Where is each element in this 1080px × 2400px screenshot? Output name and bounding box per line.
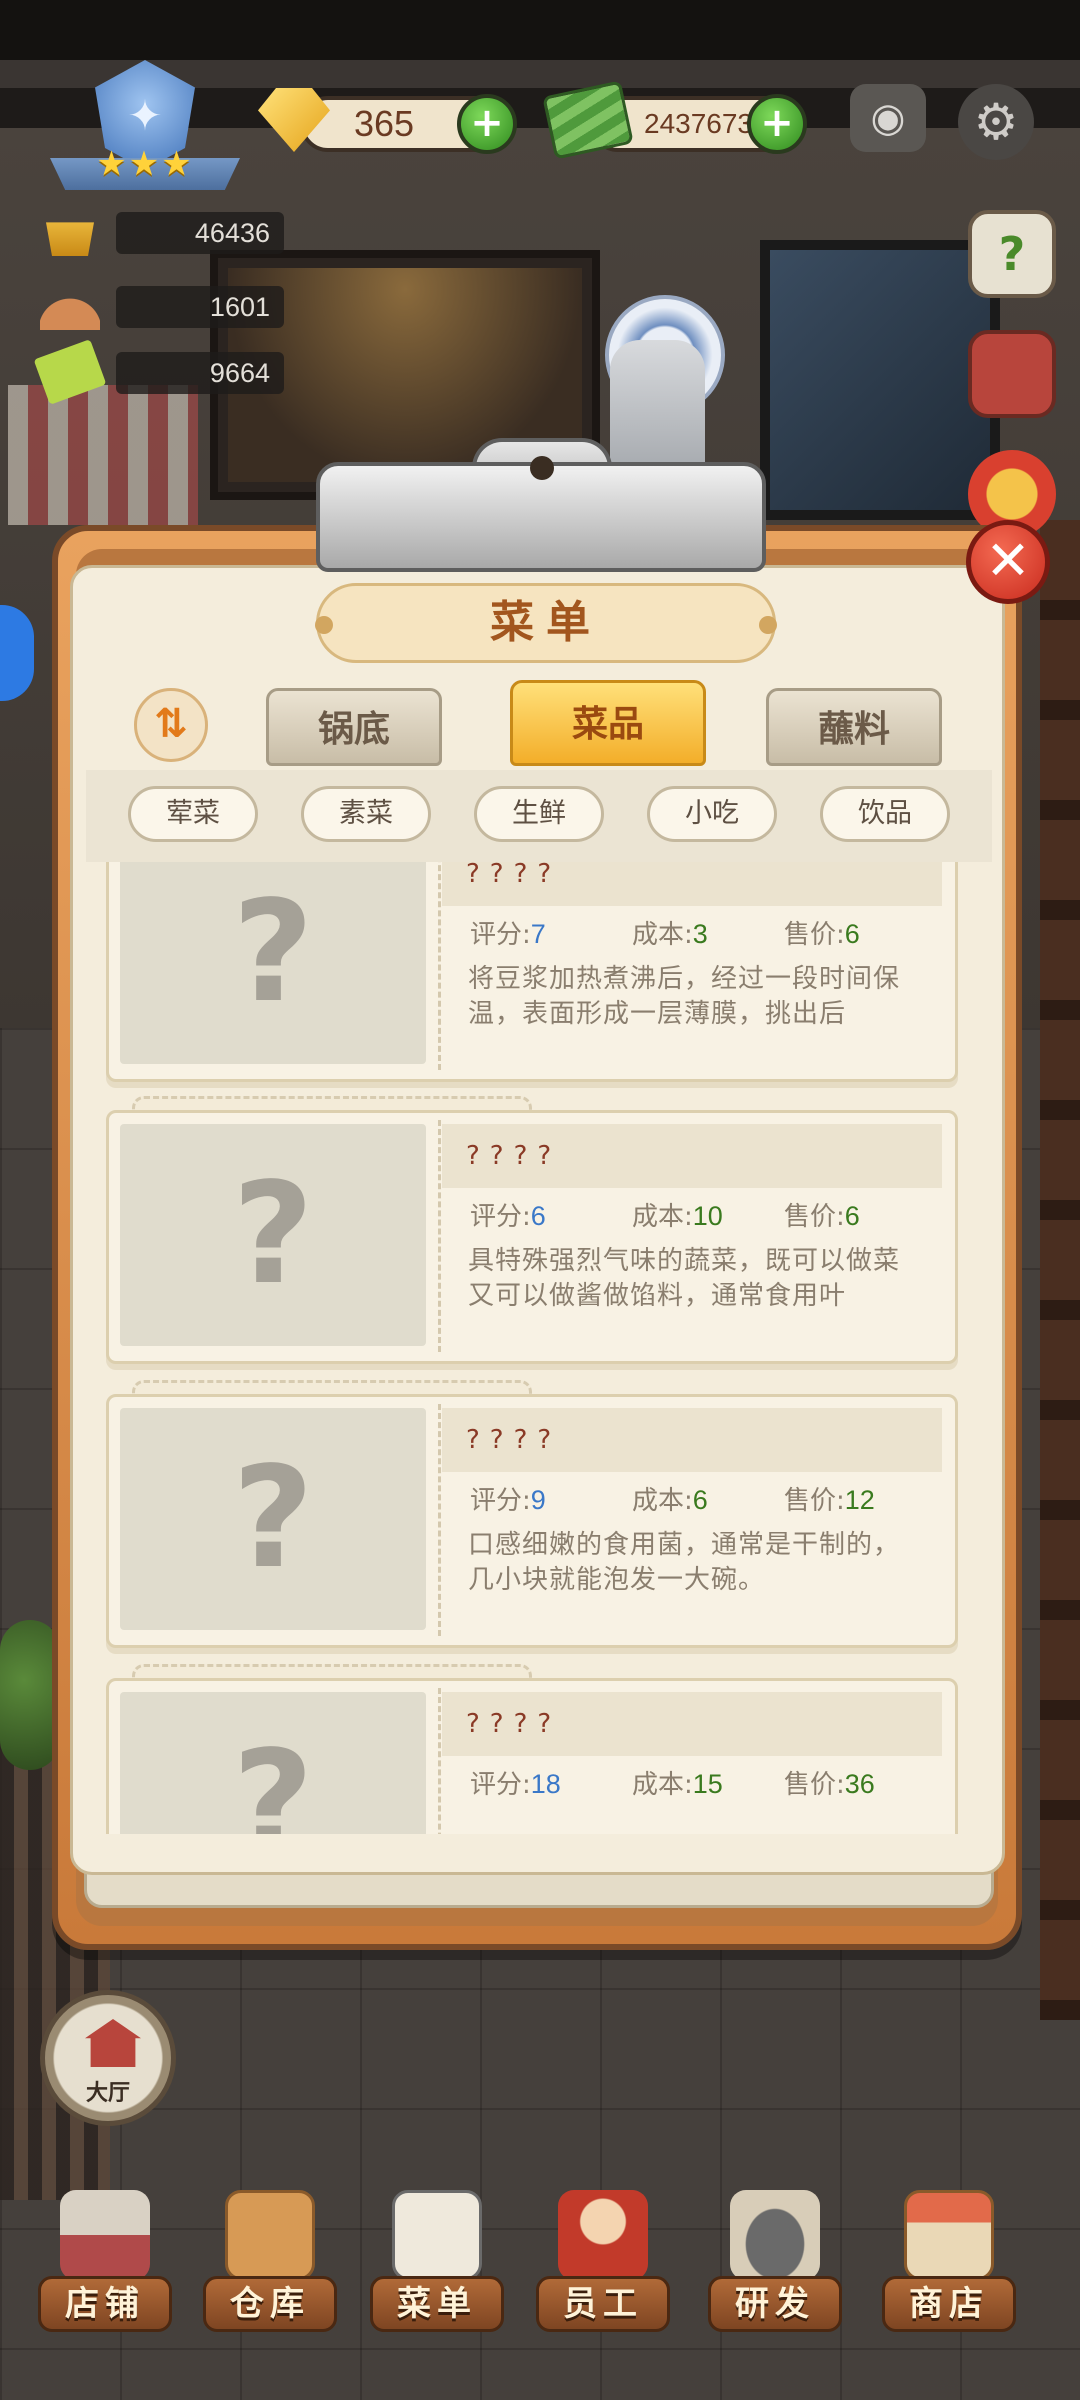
nav-research[interactable]: 研发	[700, 2180, 850, 2340]
bottom-nav: 店铺 仓库 菜单 员工 研发 商店	[0, 2180, 1080, 2400]
nav-menu[interactable]: 菜单	[362, 2180, 512, 2340]
category-fresh[interactable]: 生鲜	[474, 786, 604, 842]
settings-button[interactable]: ⚙	[958, 84, 1034, 160]
restaurant-rank-badge[interactable]: ✦ ★★★	[50, 60, 240, 190]
ticket-icon	[33, 339, 107, 405]
sort-button[interactable]: ⇅	[134, 688, 208, 762]
question-book-icon: ?	[998, 227, 1026, 281]
dish-list[interactable]: ? ???? 评分:7 成本:3 售价:6 将豆浆加热煮沸后，经过一段时间保温，…	[100, 862, 980, 1834]
close-dialog-button[interactable]: ✕	[966, 520, 1050, 604]
dialog-title-banner: 菜单	[315, 583, 777, 663]
dish-cost: 成本:10	[632, 1201, 723, 1232]
add-gems-button[interactable]: +	[457, 94, 517, 154]
tab-dishes[interactable]: 菜品	[510, 680, 706, 766]
locked-dish-question-icon: ?	[232, 1437, 314, 1600]
sort-arrows-icon: ⇅	[154, 701, 188, 747]
storefront-icon	[60, 2190, 150, 2280]
stat-row-dish: 1601	[40, 282, 284, 330]
right-railing	[1040, 520, 1080, 2020]
stat-value: 9664	[116, 352, 284, 394]
stat-value: 46436	[116, 212, 284, 254]
dish-price: 售价:12	[784, 1485, 875, 1516]
nav-shop[interactable]: 店铺	[30, 2180, 180, 2340]
striped-awning	[8, 385, 198, 525]
dish-name: ????	[466, 1709, 562, 1739]
locked-dish-question-icon: ?	[232, 871, 314, 1034]
camera-icon: ◉	[870, 95, 906, 141]
locked-dish-question-icon: ?	[232, 1721, 314, 1834]
dish-description	[468, 1812, 918, 1834]
wok-icon	[730, 2190, 820, 2280]
nav-label: 商店	[909, 2284, 989, 2324]
dish-description: 口感细嫩的食用菌，通常是干制的，几小块就能泡发一大碗。	[468, 1530, 901, 1595]
nav-label: 研发	[735, 2284, 815, 2324]
dish-price: 售价:36	[784, 1769, 875, 1800]
nav-staff[interactable]: 员工	[528, 2180, 678, 2340]
hall-button[interactable]: 大厅	[40, 1990, 176, 2126]
category-snack[interactable]: 小吃	[647, 786, 777, 842]
stat-row-ticket: 9664	[33, 339, 284, 405]
stat-value: 1601	[116, 286, 284, 328]
dish-cost: 成本:3	[632, 919, 708, 950]
dish-description: 具特殊强烈气味的蔬菜，既可以做菜又可以做酱做馅料，通常食用叶	[468, 1246, 901, 1311]
golden-pot-icon	[46, 222, 94, 256]
dish-card[interactable]: ? ???? 评分:18 成本:15 售价:36	[106, 1664, 958, 1834]
dish-cost: 成本:6	[632, 1485, 708, 1516]
category-vegetable[interactable]: 素菜	[301, 786, 431, 842]
nav-label: 仓库	[230, 2284, 310, 2324]
close-icon: ✕	[985, 529, 1031, 592]
serving-dome-icon	[40, 282, 100, 330]
nav-label: 菜单	[397, 2284, 477, 2324]
market-stall-icon	[904, 2190, 994, 2280]
tab-soup-base[interactable]: 锅底	[266, 688, 442, 766]
nav-label: 员工	[563, 2284, 643, 2324]
dish-rating: 评分:18	[470, 1769, 561, 1800]
dish-description: 将豆浆加热煮沸后，经过一段时间保温，表面形成一层薄膜，挑出后	[468, 964, 901, 1029]
dish-rating: 评分:7	[470, 919, 546, 950]
potted-plant	[0, 1620, 60, 1770]
stat-row-pot: 46436	[40, 208, 284, 256]
locked-dish-question-icon: ?	[232, 1153, 314, 1316]
dialog-title: 菜单	[490, 597, 602, 648]
camera-button[interactable]: ◉	[850, 84, 926, 152]
glass-door	[760, 240, 1000, 520]
dish-name: ????	[466, 1425, 562, 1455]
dish-name: ????	[466, 1141, 562, 1171]
dish-price: 售价:6	[784, 919, 860, 950]
category-meat[interactable]: 荤菜	[128, 786, 258, 842]
guide-book-button[interactable]: ?	[968, 210, 1056, 298]
dish-cost: 成本:15	[632, 1769, 723, 1800]
category-drink[interactable]: 饮品	[820, 786, 950, 842]
dish-rating: 评分:6	[470, 1201, 546, 1232]
dish-card[interactable]: ? ???? 评分:9 成本:6 售价:12 口感细嫩的食用菌，通常是干制的，几…	[106, 1380, 958, 1648]
hall-label: 大厅	[85, 2081, 130, 2106]
gem-count: 365	[354, 103, 415, 144]
gem-counter: 365 +	[300, 94, 517, 154]
dish-rating: 评分:9	[470, 1485, 546, 1516]
nav-label: 店铺	[65, 2284, 145, 2324]
cash-amount: 2437673	[644, 108, 754, 139]
dish-card[interactable]: ? ???? 评分:6 成本:10 售价:6 具特殊强烈气味的蔬菜，既可以做菜又…	[106, 1096, 958, 1364]
add-cash-button[interactable]: +	[747, 94, 807, 154]
rank-stars: ★★★	[96, 144, 194, 184]
recipe-book-button[interactable]	[968, 330, 1056, 418]
clipboard-checklist-icon	[392, 2190, 482, 2280]
dish-name: ????	[466, 862, 562, 889]
nav-store[interactable]: 商店	[874, 2180, 1024, 2340]
dish-price: 售价:6	[784, 1201, 860, 1232]
house-icon	[85, 2019, 141, 2067]
dish-card[interactable]: ? ???? 评分:7 成本:3 售价:6 将豆浆加热煮沸后，经过一段时间保温，…	[106, 862, 958, 1082]
gear-icon: ⚙	[973, 93, 1019, 151]
crate-icon	[225, 2190, 315, 2280]
waitress-icon	[558, 2190, 648, 2280]
ceiling-bar	[0, 0, 1080, 60]
tab-dipping-sauce[interactable]: 蘸料	[766, 688, 942, 766]
nav-warehouse[interactable]: 仓库	[195, 2180, 345, 2340]
